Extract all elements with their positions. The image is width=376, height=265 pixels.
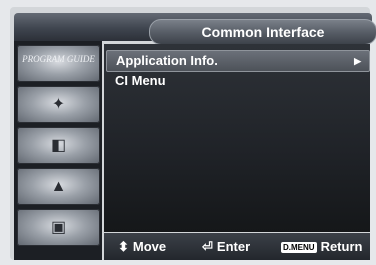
menu-item-label: Application Info. [116, 53, 218, 68]
sidebar-item-interface[interactable]: ▣ [17, 209, 100, 246]
hint-enter: ⏎ Enter [202, 239, 250, 255]
submenu-arrow-icon: ▶ [354, 56, 361, 66]
interface-icon: ▣ [50, 218, 67, 236]
menu-key-icon: D.MENU [281, 242, 317, 253]
hint-return-label: Return [320, 239, 363, 254]
menu-item-label: CI Menu [115, 73, 166, 88]
channel-icon: ✦ [51, 95, 66, 113]
sidebar-item-setup[interactable]: ◧ [17, 127, 100, 164]
sound-icon: ▲ [50, 177, 67, 195]
enter-icon: ⏎ [202, 239, 213, 254]
sidebar-footer [14, 246, 102, 260]
menu-title: Common Interface [149, 19, 376, 45]
setup-icon: ◧ [50, 136, 67, 154]
sidebar-item-channel[interactable]: ✦ [17, 86, 100, 123]
sidebar-item-program-guide[interactable]: PROGRAM GUIDE [17, 45, 100, 82]
tv-frame: Common Interface PROGRAM GUIDE ✦ ◧ ▲ ▣ A… [0, 0, 376, 265]
help-bar: ⬍ Move ⏎ Enter D.MENU Return [104, 233, 370, 260]
hint-enter-label: Enter [216, 239, 251, 254]
program-guide-icon: PROGRAM GUIDE [22, 54, 95, 64]
hint-return: D.MENU Return [281, 239, 362, 255]
hint-move: ⬍ Move [118, 239, 166, 255]
sidebar-menu: PROGRAM GUIDE ✦ ◧ ▲ ▣ [14, 41, 102, 246]
up-down-arrows-icon: ⬍ [118, 239, 129, 254]
menu-item-ci-menu[interactable]: CI Menu [106, 71, 368, 91]
menu-item-application-info[interactable]: Application Info. ▶ [106, 50, 370, 72]
title-bar: Common Interface [14, 13, 376, 45]
menu-list: Application Info. ▶ CI Menu [104, 44, 370, 232]
hint-move-label: Move [132, 239, 167, 254]
sidebar-item-sound[interactable]: ▲ [17, 168, 100, 205]
